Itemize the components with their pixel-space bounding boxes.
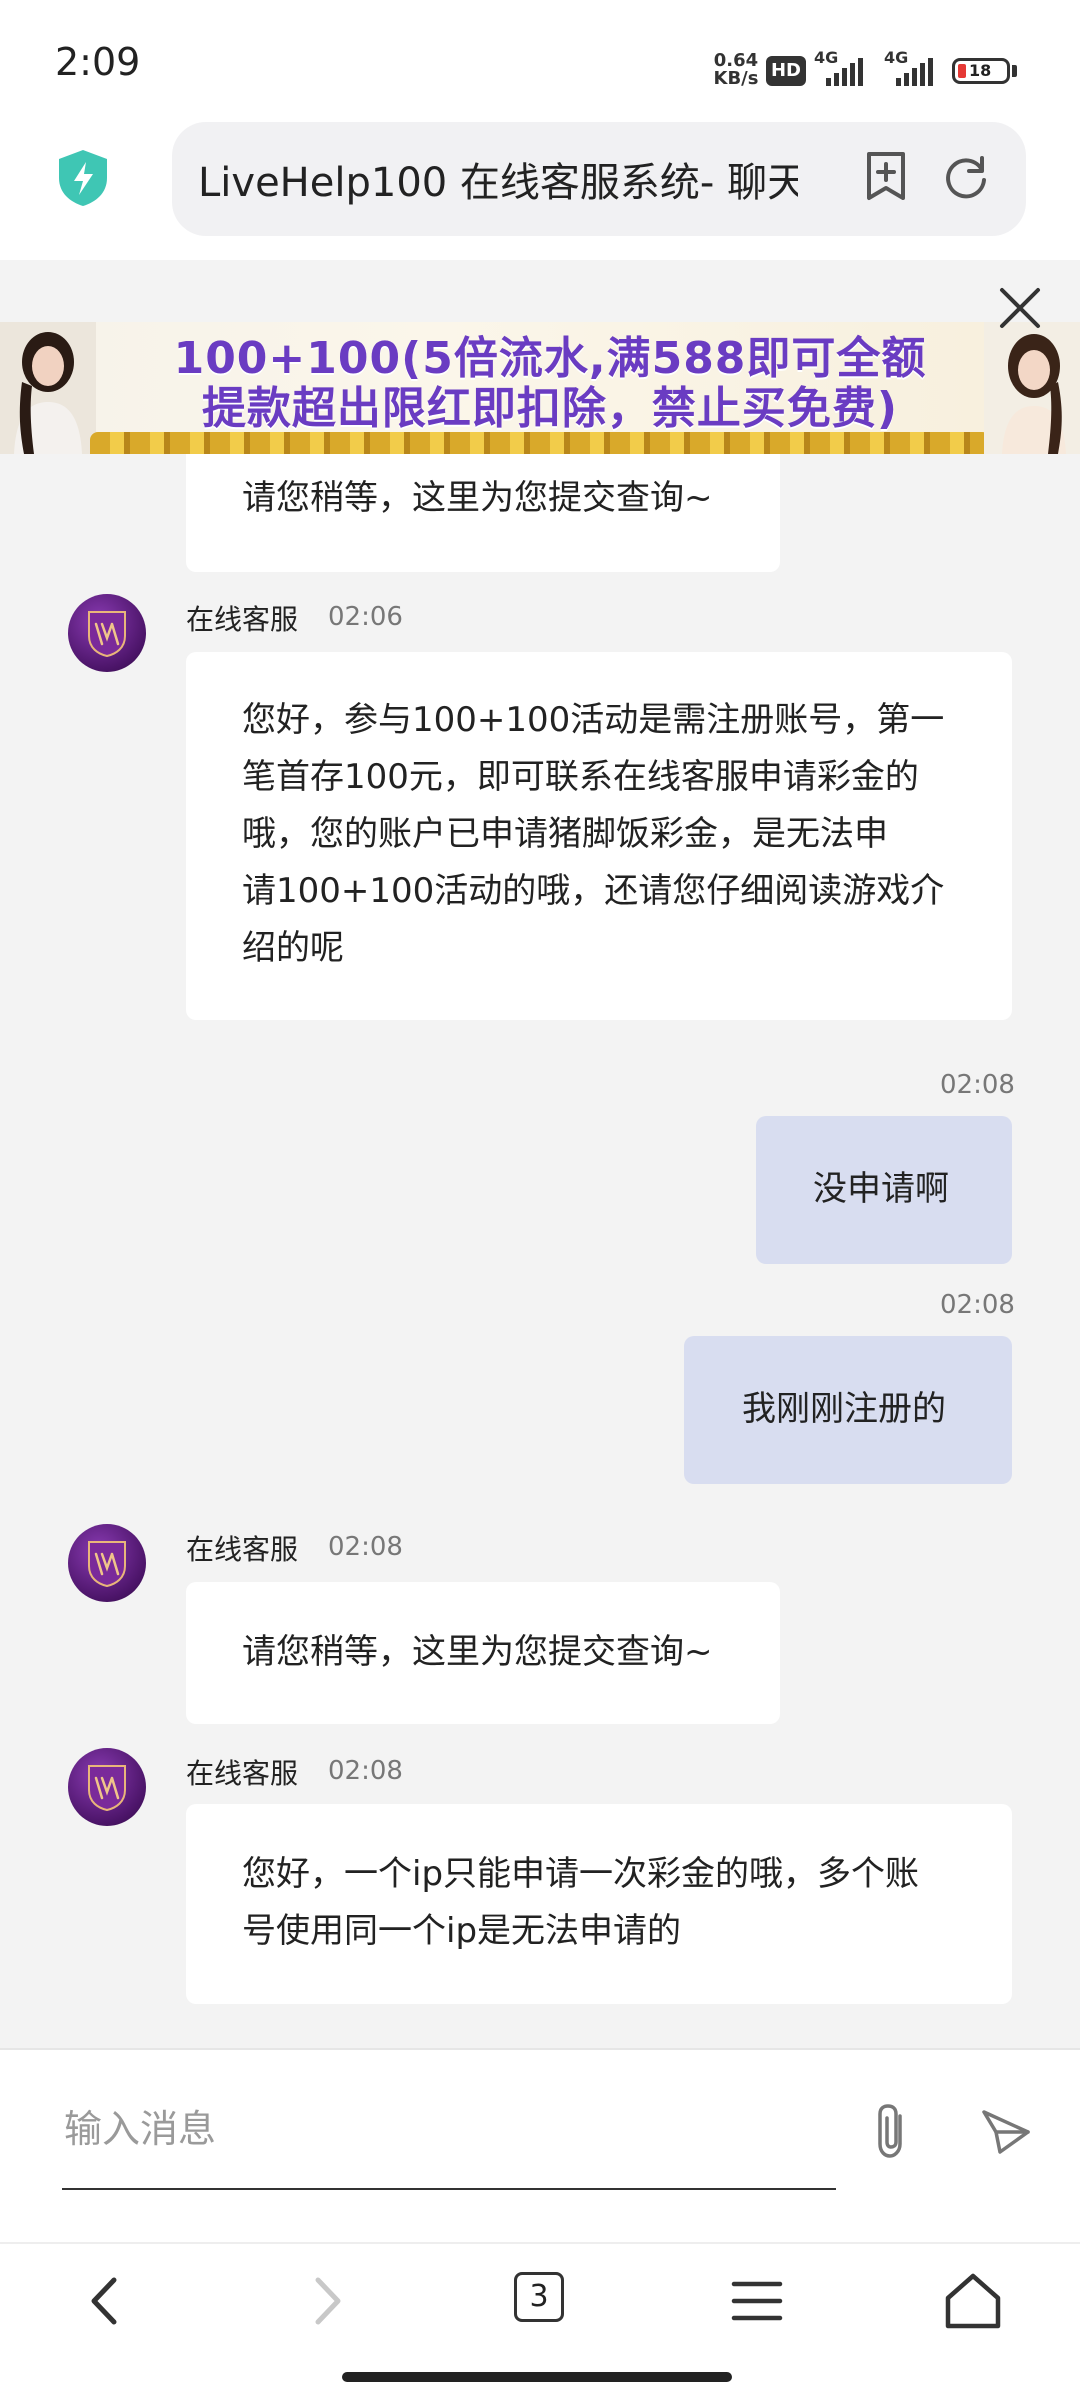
omg-logo-icon	[88, 1541, 126, 1588]
back-icon[interactable]	[70, 2266, 140, 2336]
message-bubble-user: 没申请啊	[756, 1116, 1012, 1264]
home-icon[interactable]	[938, 2266, 1008, 2336]
message-time: 02:08	[328, 1532, 403, 1562]
message-text: 请您稍等，这里为您提交查询~	[242, 478, 713, 518]
sender-name: 在线客服	[186, 1757, 299, 1790]
message-bubble-user: 我刚刚注册的	[684, 1336, 1012, 1484]
message-bubble-agent: 您好，一个ip只能申请一次彩金的哦，多个账 号使用同一个ip是无法申请的	[186, 1804, 1012, 2004]
agent-avatar	[68, 594, 146, 672]
refresh-icon[interactable]	[940, 150, 992, 202]
message-text-line: 号使用同一个ip是无法申请的	[242, 1911, 682, 1951]
message-text-line: 哦，您的账户已申请猪脚饭彩金，是无法申	[242, 814, 888, 854]
ad-banner[interactable]: 100+100(5倍流水,满588即可全额 提款超出限红即扣除，禁止买免费)	[0, 322, 1080, 454]
message-text-line: 您好，参与100+100活动是需注册账号，第一	[242, 700, 945, 740]
forward-icon[interactable]	[292, 2266, 362, 2336]
message-text-line: 请100+100活动的哦，还请您仔细阅读游戏介	[242, 871, 945, 911]
agent-avatar	[68, 1524, 146, 1602]
omg-logo-icon	[88, 611, 126, 658]
message-text: 我刚刚注册的	[742, 1389, 946, 1429]
status-time: 2:09	[55, 40, 141, 84]
add-bookmark-icon[interactable]	[860, 150, 912, 202]
ad-model-photo-right	[984, 322, 1080, 454]
ad-text-line-2: 提款超出限红即扣除，禁止买免费)	[201, 383, 899, 434]
message-text: 没申请啊	[813, 1169, 949, 1209]
battery-icon: 18	[952, 58, 1010, 84]
message-text-line: 笔首存100元，即可联系在线客服申请彩金的	[242, 757, 919, 797]
ad-gold-coins	[90, 432, 990, 454]
message-text-line: 您好，一个ip只能申请一次彩金的哦，多个账	[242, 1854, 920, 1894]
message-time: 02:06	[328, 602, 403, 632]
message-time: 02:08	[940, 1070, 1015, 1100]
network-speed: 0.64 KB/s	[712, 52, 760, 88]
hd-voice-badge: HD	[766, 56, 806, 86]
omg-logo-icon	[88, 1765, 126, 1812]
message-bubble-agent: 您好，参与100+100活动是需注册账号，第一 笔首存100元，即可联系在线客服…	[186, 652, 1012, 1020]
ad-model-photo-left	[0, 322, 96, 454]
ad-text-line-1: 100+100(5倍流水,满588即可全额	[173, 333, 927, 384]
agent-avatar	[68, 1748, 146, 1826]
menu-icon[interactable]	[722, 2266, 792, 2336]
attachment-icon[interactable]	[866, 2100, 920, 2164]
sender-name: 在线客服	[186, 1533, 299, 1566]
message-bubble-agent: 请您稍等，这里为您提交查询~	[186, 1582, 780, 1724]
message-text: 请您稍等，这里为您提交查询~	[242, 1632, 713, 1672]
page-title-url[interactable]: LiveHelp100 在线客服系统- 聊天	[198, 150, 798, 208]
input-underline	[62, 2188, 836, 2190]
battery-tip	[1012, 65, 1017, 77]
sender-name: 在线客服	[186, 603, 299, 636]
signal-icon-1: 4G	[814, 48, 878, 86]
message-time: 02:08	[940, 1290, 1015, 1320]
tabs-button[interactable]: 3	[514, 2272, 564, 2322]
message-time: 02:08	[328, 1756, 403, 1786]
gesture-home-indicator[interactable]	[342, 2372, 732, 2382]
battery-level: 18	[969, 61, 992, 80]
message-text-line: 绍的呢	[242, 928, 344, 968]
send-icon[interactable]	[978, 2104, 1034, 2160]
network-speed-unit: KB/s	[713, 68, 759, 89]
shield-bolt-icon[interactable]	[56, 148, 110, 208]
close-ad-icon[interactable]	[994, 282, 1046, 334]
signal-icon-2: 4G	[884, 48, 948, 86]
message-input[interactable]	[62, 2098, 826, 2160]
message-bubble-agent: 请您稍等，这里为您提交查询~	[186, 440, 780, 572]
